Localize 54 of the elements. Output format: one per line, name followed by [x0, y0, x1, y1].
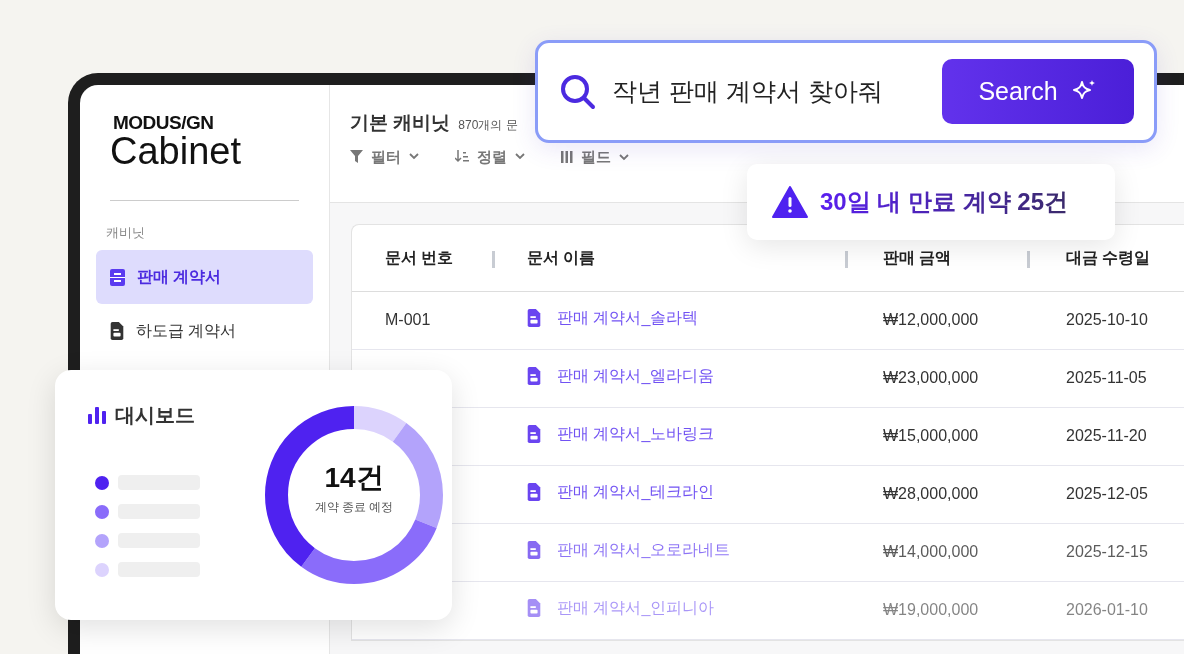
section-label: 캐비닛 — [106, 223, 146, 242]
bar-chart-icon — [87, 405, 107, 425]
sidebar-item[interactable]: 판매 계약서 — [96, 250, 313, 305]
table-cell: 2025-10-10 — [1066, 311, 1148, 328]
document-icon — [527, 425, 541, 443]
table-cell: 2025-11-20 — [1066, 427, 1147, 444]
column-header: 대금 수령일 — [1066, 248, 1151, 266]
table-cell: ₩12,000,000 — [883, 311, 979, 328]
column-header: 문서 이름 — [527, 248, 596, 266]
table-cell: 2026-01-10 — [1066, 601, 1148, 618]
search-field[interactable]: 작년 판매 계약서 찾아줘 — [612, 72, 926, 111]
document-icon — [527, 309, 541, 327]
dashboard-title: 대시보드 — [115, 403, 195, 428]
document-link[interactable]: 판매 계약서_솔라텍 — [527, 306, 699, 330]
document-link[interactable]: 판매 계약서_엘라디움 — [527, 364, 715, 388]
table-cell: ₩19,000,000 — [883, 601, 979, 618]
cabinet-title: 기본 캐비닛 — [350, 112, 451, 133]
toolbar-button[interactable]: 필터 — [350, 145, 419, 168]
logo-text: MODUS/GN — [113, 113, 215, 132]
sidebar-item[interactable]: 하도급 계약서 — [96, 304, 313, 359]
chevron-down-icon — [515, 153, 525, 161]
table-cell: ₩15,000,000 — [883, 427, 979, 444]
table-cell: 2025-12-15 — [1066, 543, 1148, 560]
search-button[interactable]: Search — [942, 59, 1134, 124]
table-cell: ₩23,000,000 — [883, 369, 979, 386]
column-header: 문서 번호 — [385, 248, 454, 266]
warning-icon — [772, 186, 808, 218]
columns-icon — [561, 151, 573, 164]
document-count: 870개의 문 — [458, 118, 518, 132]
document-icon — [527, 541, 541, 559]
document-icon — [110, 322, 124, 341]
table-cell: ₩28,000,000 — [883, 485, 979, 502]
column-header: 판매 금액 — [883, 248, 952, 266]
logo-text: Cabinet — [110, 132, 242, 172]
search-icon — [560, 73, 596, 110]
total-count: 14건 — [323, 463, 385, 494]
toolbar-button[interactable]: 정렬 — [455, 145, 525, 168]
document-icon — [527, 367, 541, 385]
toolbar-button[interactable]: 필드 — [561, 146, 629, 169]
table-cell: 2025-11-05 — [1066, 369, 1147, 386]
table-cell: M-001 — [385, 311, 431, 328]
document-link[interactable]: 판매 계약서_노바링크 — [527, 422, 715, 446]
chart-caption: 계약 종료 예정 — [313, 498, 395, 516]
drawer-icon — [110, 268, 125, 286]
sort-icon — [455, 150, 469, 164]
filter-icon — [350, 150, 363, 164]
chevron-down-icon — [619, 153, 629, 161]
document-icon — [527, 483, 541, 501]
chevron-down-icon — [409, 153, 419, 161]
document-link[interactable]: 판매 계약서_테크라인 — [527, 480, 715, 504]
table-cell: 2025-12-05 — [1066, 485, 1148, 502]
document-link[interactable]: 판매 계약서_오로라네트 — [527, 538, 731, 562]
table-cell: ₩14,000,000 — [883, 543, 979, 560]
document-icon — [527, 599, 541, 617]
